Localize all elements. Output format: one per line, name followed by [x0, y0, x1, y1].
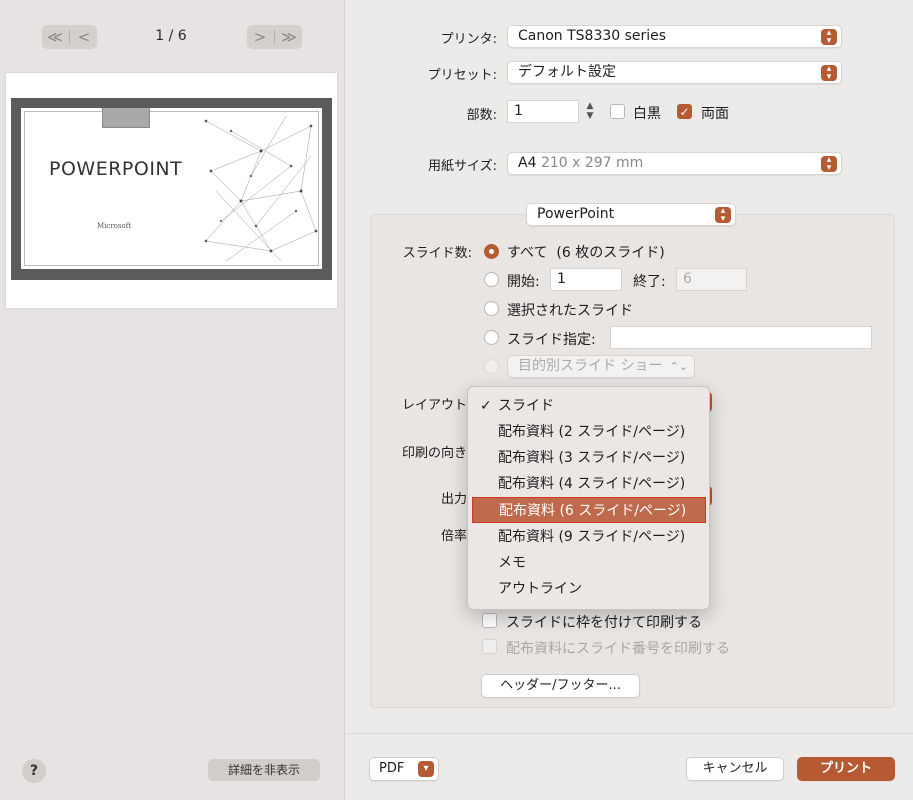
- app-section-select[interactable]: PowerPoint ▴ ▾: [526, 203, 736, 226]
- scale-label: 倍率: [440, 529, 467, 544]
- custom-slides-input[interactable]: [610, 326, 872, 349]
- range-radio[interactable]: [484, 272, 499, 287]
- slide-title: POWERPOINT: [49, 158, 183, 180]
- preset-value: デフォルト設定: [518, 64, 616, 80]
- custom-slides-label: スライド指定:: [507, 332, 596, 348]
- layout-menu-item-handout-2[interactable]: 配布資料 (2 スライド/ページ): [472, 419, 706, 445]
- slide-frame: POWERPOINT Microsoft: [11, 98, 332, 280]
- layout-menu-item-handout-6[interactable]: 配布資料 (6 スライド/ページ): [472, 497, 706, 523]
- frame-label: スライドに枠を付けて印刷する: [506, 615, 702, 631]
- slides-label: スライド数:: [402, 246, 472, 261]
- copies-stepper-icon[interactable]: ▲ ▼: [583, 101, 597, 124]
- from-input[interactable]: 1: [550, 268, 622, 291]
- custom-show-radio[interactable]: [484, 359, 499, 374]
- hide-details-button[interactable]: 詳細を非表示: [208, 759, 320, 781]
- all-slides-text: すべて (6 枚のスライド): [507, 242, 665, 262]
- header-footer-button[interactable]: ヘッダー/フッター...: [481, 674, 640, 698]
- slide-canvas: POWERPOINT Microsoft: [21, 108, 322, 269]
- to-label: 終了:: [633, 274, 666, 290]
- copies-label: 部数:: [466, 108, 497, 123]
- orientation-label: 印刷の向き: [401, 446, 467, 461]
- duplex-checkbox[interactable]: ✓: [677, 104, 692, 119]
- slide-clip-decoration: [102, 108, 150, 128]
- custom-show-select[interactable]: 目的別スライド ショー ⌃⌄: [507, 355, 695, 378]
- selected-slides-label: 選択されたスライド: [507, 303, 633, 319]
- preset-select[interactable]: デフォルト設定 ▴ ▾: [507, 61, 842, 84]
- last-page-icon[interactable]: ≫: [277, 28, 301, 46]
- chevron-updown-icon: ▴ ▾: [821, 65, 837, 82]
- slide-numbers-checkbox[interactable]: [482, 639, 497, 654]
- preview-pane: ≪ < 1 / 6 > ≫ POWERPOINT Microsoft ? 詳細を…: [0, 0, 345, 800]
- bw-checkbox[interactable]: [610, 104, 625, 119]
- first-page-icon[interactable]: ≪: [43, 28, 67, 46]
- paper-dimensions: 210 x 297 mm: [540, 155, 644, 171]
- checkmark-icon: ✓: [480, 398, 492, 414]
- slide-numbers-label: 配布資料にスライド番号を印刷する: [506, 641, 730, 657]
- custom-show-value: 目的別スライド ショー: [518, 358, 663, 374]
- checkmark-icon: ✓: [679, 105, 690, 119]
- to-input[interactable]: 6: [676, 268, 747, 291]
- chevron-updown-icon: ⌃⌄: [669, 360, 688, 373]
- pdf-menu-button[interactable]: PDF ▾: [369, 757, 439, 781]
- frame-checkbox[interactable]: [482, 613, 497, 628]
- bw-label: 白黒: [633, 106, 661, 122]
- app-section-value: PowerPoint: [537, 206, 615, 222]
- custom-slides-radio[interactable]: [484, 330, 499, 345]
- printer-select[interactable]: Canon TS8330 series ▴ ▾: [507, 25, 842, 48]
- paper-value: A4: [518, 155, 537, 171]
- paper-label: 用紙サイズ:: [428, 159, 497, 174]
- from-label: 開始:: [507, 274, 540, 290]
- help-button[interactable]: ?: [22, 759, 46, 783]
- cancel-button[interactable]: キャンセル: [686, 757, 784, 781]
- network-graphic: [204, 115, 318, 262]
- layout-menu-item-handout-4[interactable]: 配布資料 (4 スライド/ページ): [472, 471, 706, 497]
- next-page-icon[interactable]: >: [248, 28, 272, 46]
- copies-input[interactable]: 1: [507, 100, 579, 123]
- page-indicator: 1 / 6: [155, 28, 187, 44]
- layout-menu-item-outline[interactable]: アウトライン: [472, 576, 706, 602]
- chevron-updown-icon: ▴ ▾: [715, 207, 731, 224]
- preset-label: プリセット:: [427, 68, 497, 83]
- all-slides-label: すべて: [507, 245, 548, 261]
- all-slides-count: (6 枚のスライド): [556, 245, 665, 261]
- print-button[interactable]: プリント: [797, 757, 895, 781]
- chevron-updown-icon: ▴ ▾: [821, 156, 837, 173]
- pdf-label: PDF: [379, 761, 405, 776]
- first-prev-buttons: ≪ <: [42, 25, 97, 49]
- layout-menu-item-handout-9[interactable]: 配布資料 (9 スライド/ページ): [472, 524, 706, 550]
- selected-slides-radio[interactable]: [484, 301, 499, 316]
- slide-preview: POWERPOINT Microsoft: [6, 73, 337, 308]
- layout-label: レイアウト: [401, 398, 467, 413]
- paper-select[interactable]: A4 210 x 297 mm ▴ ▾: [507, 152, 842, 175]
- output-label: 出力: [440, 492, 467, 507]
- layout-menu-item-notes[interactable]: メモ: [472, 550, 706, 576]
- duplex-label: 両面: [701, 106, 729, 122]
- layout-menu-item-handout-3[interactable]: 配布資料 (3 スライド/ページ): [472, 445, 706, 471]
- layout-dropdown-menu: ✓ スライド 配布資料 (2 スライド/ページ) 配布資料 (3 スライド/ページ…: [467, 386, 710, 610]
- footer-divider: [345, 733, 913, 734]
- slide-subtitle: Microsoft: [97, 222, 132, 230]
- all-slides-radio[interactable]: [484, 244, 499, 259]
- printer-label: プリンタ:: [440, 32, 497, 47]
- chevron-updown-icon: ▴ ▾: [821, 29, 837, 46]
- next-last-buttons: > ≫: [247, 25, 302, 49]
- prev-page-icon[interactable]: <: [72, 28, 96, 46]
- printer-value: Canon TS8330 series: [518, 28, 667, 44]
- layout-menu-item-slide[interactable]: ✓ スライド: [472, 393, 706, 419]
- chevron-down-icon: ▾: [418, 761, 434, 777]
